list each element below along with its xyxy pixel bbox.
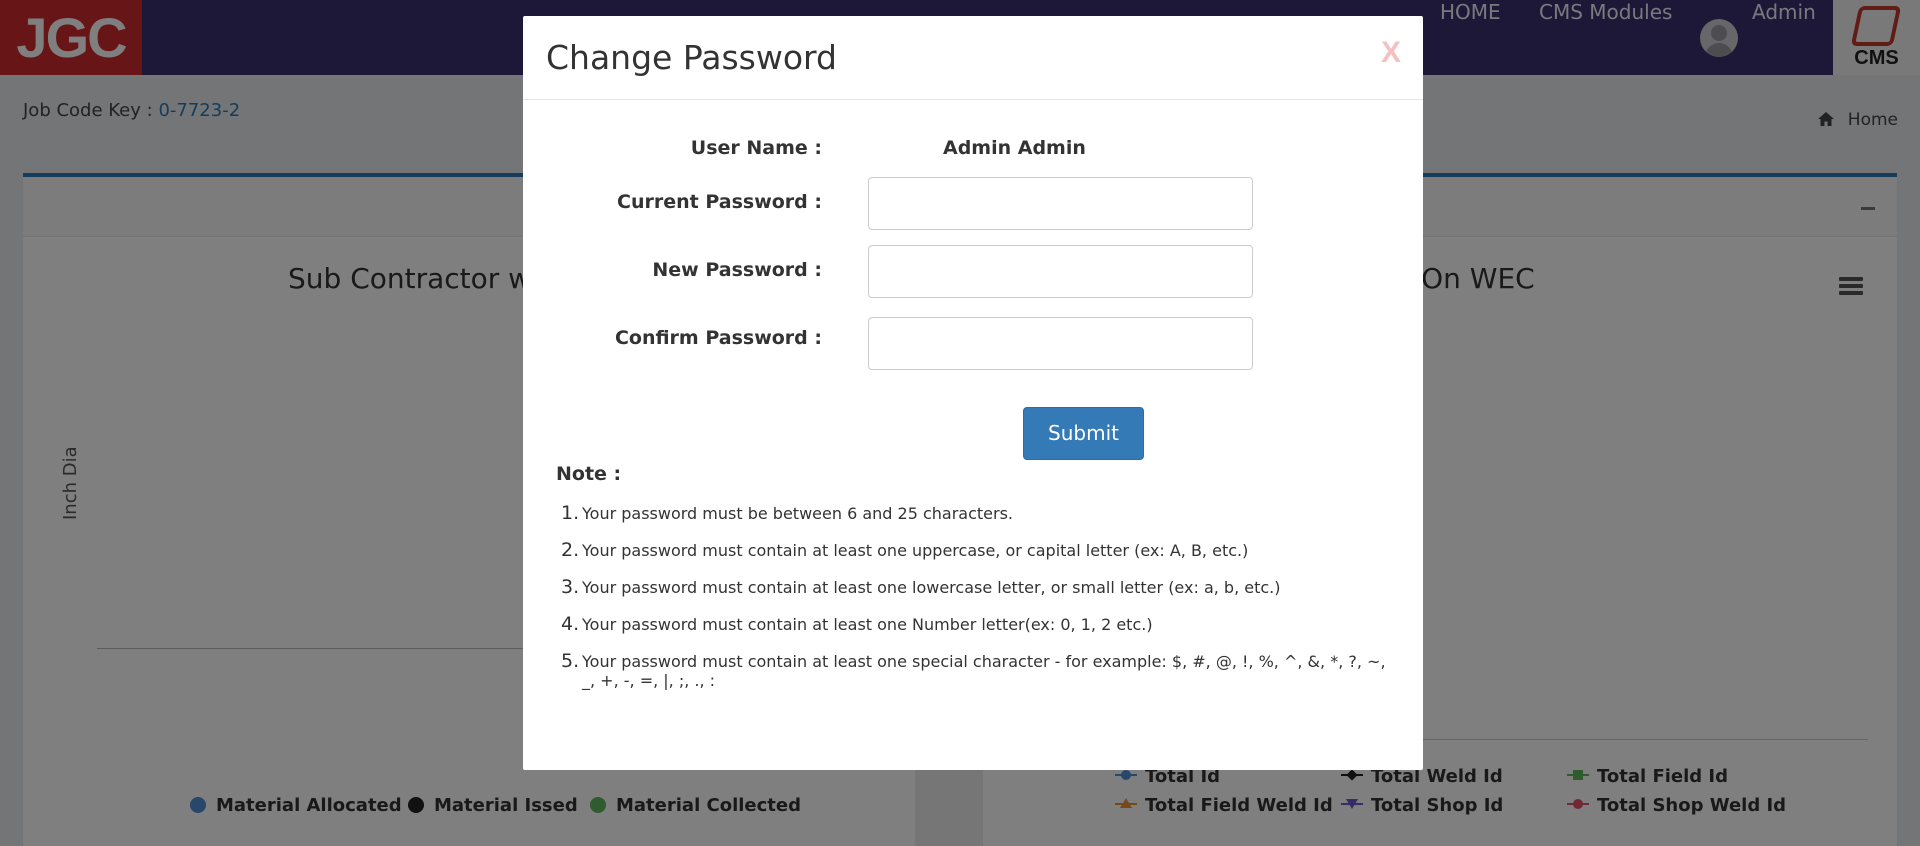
rule-text: Your password must contain at least one … — [582, 615, 1153, 634]
rule-text: Your password must contain at least one … — [582, 541, 1249, 560]
rule-text: Your password must contain at least one … — [582, 652, 1386, 690]
password-rule: 4. Your password must contain at least on… — [561, 613, 1153, 635]
password-rule: 1. Your password must be between 6 and 25… — [561, 502, 1014, 524]
password-rule: 2. Your password must contain at least on… — [561, 539, 1249, 561]
rule-text: Your password must be between 6 and 25 c… — [582, 504, 1014, 523]
change-password-modal: Change Password X User Name : Admin Admi… — [523, 16, 1423, 770]
confirm-password-input[interactable] — [868, 317, 1253, 370]
new-password-input[interactable] — [868, 245, 1253, 298]
user-name-value: Admin Admin — [943, 137, 1086, 159]
password-rules-list: 1. Your password must be between 6 and 25… — [556, 504, 1386, 708]
new-password-label: New Password : — [652, 259, 822, 281]
password-rule: 3. Your password must contain at least on… — [561, 576, 1281, 598]
user-name-label: User Name : — [690, 137, 822, 159]
modal-header: Change Password X — [523, 16, 1423, 100]
rule-text: Your password must contain at least one … — [582, 578, 1281, 597]
current-password-input[interactable] — [868, 177, 1253, 230]
current-password-label: Current Password : — [617, 191, 822, 213]
password-rule: 5. Your password must contain at least on… — [561, 650, 1386, 691]
close-button[interactable]: X — [1381, 36, 1401, 70]
submit-button[interactable]: Submit — [1023, 407, 1144, 460]
note-label: Note : — [556, 463, 622, 485]
confirm-password-label: Confirm Password : — [614, 327, 822, 349]
modal-title: Change Password — [546, 38, 837, 77]
